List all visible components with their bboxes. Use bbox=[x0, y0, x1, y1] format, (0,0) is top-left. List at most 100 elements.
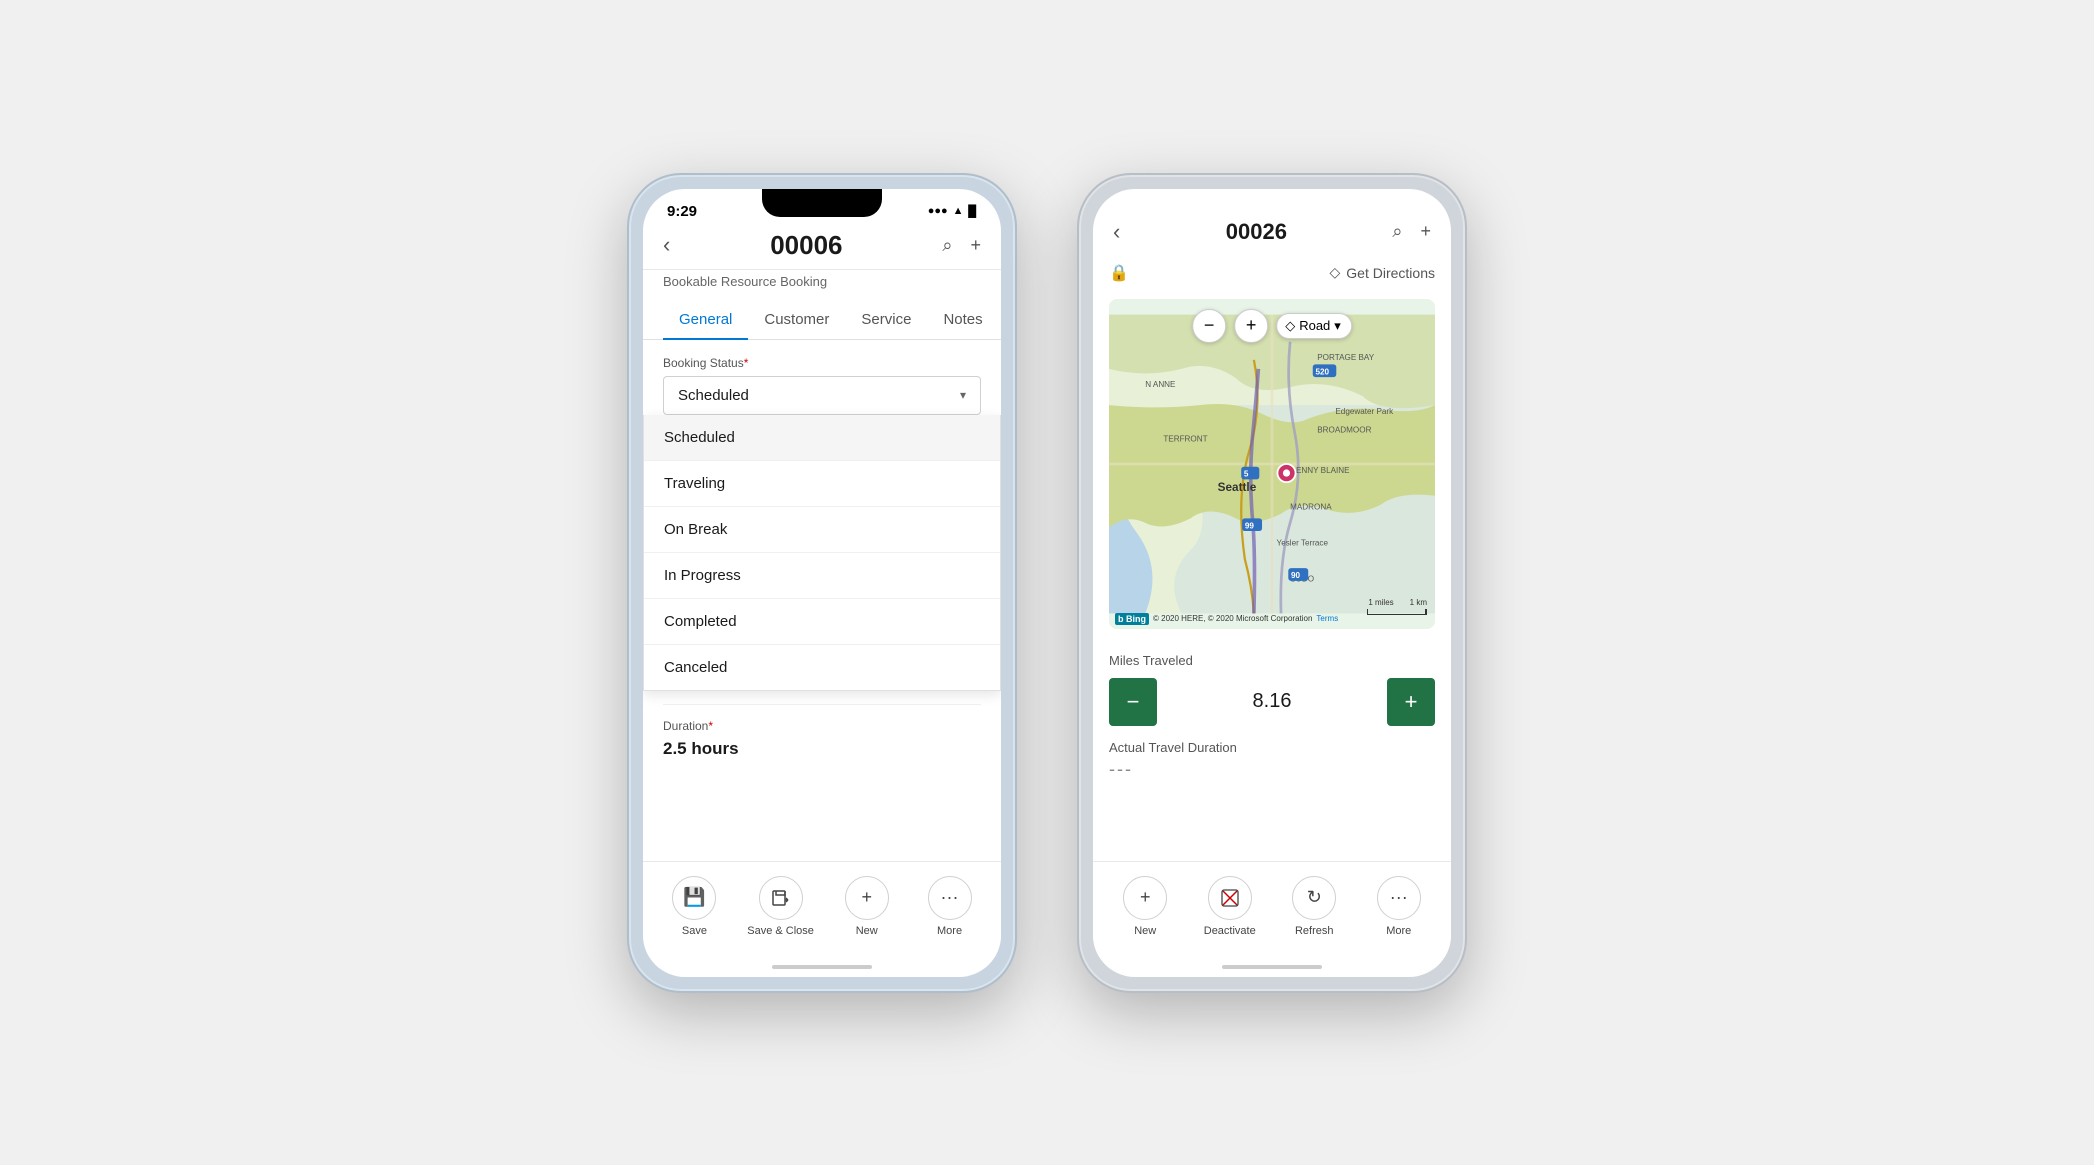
time-display: 9:29 bbox=[667, 203, 697, 220]
svg-text:99: 99 bbox=[1245, 521, 1255, 530]
svg-text:DENNY BLAINE: DENNY BLAINE bbox=[1290, 466, 1350, 475]
directions-diamond-icon: ◇ bbox=[1330, 264, 1341, 281]
new-button-right[interactable]: + New bbox=[1115, 876, 1175, 937]
nav-bar-left: ‹ 00006 ⌕ + bbox=[643, 226, 1001, 270]
dropdown-item-on-break[interactable]: On Break bbox=[644, 507, 1000, 553]
get-directions-button[interactable]: ◇ Get Directions bbox=[1330, 264, 1435, 281]
refresh-icon: ↻ bbox=[1292, 876, 1336, 920]
status-icons: ●●● ▲ ▉ bbox=[928, 205, 977, 218]
home-bar-right bbox=[1222, 965, 1322, 969]
map-attribution: b Bing © 2020 HERE, © 2020 Microsoft Cor… bbox=[1115, 613, 1338, 625]
scale-km: 1 km bbox=[1410, 598, 1427, 607]
deactivate-button[interactable]: Deactivate bbox=[1200, 876, 1260, 937]
dropdown-menu: Scheduled Traveling On Break In Progress… bbox=[643, 415, 1001, 691]
add-icon-left[interactable]: + bbox=[970, 235, 981, 256]
left-phone: 9:29 ●●● ▲ ▉ ‹ 00006 ⌕ + B bbox=[627, 173, 1017, 993]
bottom-toolbar-left: 💾 Save Save & Close + New bbox=[643, 861, 1001, 957]
svg-text:N ANNE: N ANNE bbox=[1145, 380, 1176, 389]
back-button[interactable]: ‹ bbox=[663, 232, 670, 258]
duration-required: * bbox=[708, 719, 713, 733]
refresh-button[interactable]: ↻ Refresh bbox=[1284, 876, 1344, 937]
record-number-right: 00026 bbox=[1226, 219, 1287, 245]
svg-text:Seattle: Seattle bbox=[1218, 481, 1257, 494]
terms-link[interactable]: Terms bbox=[1316, 614, 1338, 623]
save-close-label: Save & Close bbox=[747, 925, 814, 937]
travel-dots: --- bbox=[1109, 759, 1435, 780]
svg-text:90: 90 bbox=[1291, 571, 1301, 580]
svg-text:5: 5 bbox=[1244, 469, 1249, 478]
new-button-left[interactable]: + New bbox=[837, 876, 897, 937]
back-button-right[interactable]: ‹ bbox=[1113, 219, 1120, 245]
bottom-toolbar-right: + New Deactivate ↻ Refresh bbox=[1093, 861, 1451, 957]
miles-section: Miles Traveled − 8.16 + Actual Travel Du… bbox=[1093, 639, 1451, 794]
home-indicator-right bbox=[1093, 957, 1451, 977]
right-phone-screen: ‹ 00026 ⌕ + 🔒 ◇ Get Directions bbox=[1093, 189, 1451, 977]
svg-text:Edgewater Park: Edgewater Park bbox=[1335, 407, 1394, 416]
svg-text:TERFRONT: TERFRONT bbox=[1163, 434, 1207, 443]
left-phone-screen: 9:29 ●●● ▲ ▉ ‹ 00006 ⌕ + B bbox=[643, 189, 1001, 977]
tab-notes[interactable]: Notes bbox=[927, 301, 998, 340]
svg-text:520: 520 bbox=[1315, 367, 1329, 376]
new-label-left: New bbox=[856, 925, 878, 937]
search-icon-right[interactable]: ⌕ bbox=[1392, 221, 1402, 242]
spacer-right bbox=[1093, 794, 1451, 861]
map-controls: − + ◇ Road ▾ bbox=[1192, 309, 1352, 343]
right-phone: ‹ 00026 ⌕ + 🔒 ◇ Get Directions bbox=[1077, 173, 1467, 993]
page-subtitle-left: Bookable Resource Booking bbox=[643, 270, 1001, 301]
nav-bar-right: ‹ 00026 ⌕ + bbox=[1093, 189, 1451, 255]
tab-customer[interactable]: Customer bbox=[748, 301, 845, 340]
wifi-icon: ▲ bbox=[953, 205, 964, 217]
map-type-label: Road bbox=[1299, 318, 1330, 333]
save-button[interactable]: 💾 Save bbox=[664, 876, 724, 937]
search-icon-left[interactable]: ⌕ bbox=[942, 235, 952, 256]
more-button-left[interactable]: ··· More bbox=[920, 876, 980, 937]
save-close-button[interactable]: Save & Close bbox=[747, 876, 814, 937]
scale-miles: 1 miles bbox=[1368, 598, 1393, 607]
new-icon-right: + bbox=[1123, 876, 1167, 920]
svg-text:MADRONA: MADRONA bbox=[1290, 502, 1332, 511]
duration-value: 2.5 hours bbox=[663, 733, 981, 759]
booking-status-dropdown[interactable]: Scheduled ▾ bbox=[663, 376, 981, 415]
more-icon-right: ··· bbox=[1377, 876, 1421, 920]
map-svg: PORTAGE BAY N ANNE 520 Edgewater Park BR… bbox=[1109, 299, 1435, 629]
more-icon-left: ··· bbox=[928, 876, 972, 920]
home-indicator-left bbox=[643, 957, 1001, 977]
miles-increment-button[interactable]: + bbox=[1387, 678, 1435, 726]
map-container: PORTAGE BAY N ANNE 520 Edgewater Park BR… bbox=[1109, 299, 1435, 629]
dropdown-item-scheduled[interactable]: Scheduled bbox=[644, 415, 1000, 461]
scale-half bbox=[1368, 609, 1426, 614]
new-label-right: New bbox=[1134, 925, 1156, 937]
scale-line bbox=[1367, 609, 1427, 615]
dropdown-item-in-progress[interactable]: In Progress bbox=[644, 553, 1000, 599]
miles-value: 8.16 bbox=[1157, 690, 1387, 713]
booking-status-label: Booking Status* bbox=[663, 356, 981, 370]
dropdown-item-traveling[interactable]: Traveling bbox=[644, 461, 1000, 507]
home-bar-left bbox=[772, 965, 872, 969]
chevron-down-icon: ▾ bbox=[960, 388, 966, 402]
record-number-left: 00006 bbox=[770, 230, 842, 261]
tab-general[interactable]: General bbox=[663, 301, 748, 340]
road-icon: ◇ bbox=[1285, 318, 1295, 334]
form-content-left: Booking Status* Scheduled ▾ Scheduled Tr… bbox=[643, 340, 1001, 861]
duration-label: Duration* bbox=[663, 705, 981, 733]
scale-labels: 1 miles 1 km bbox=[1368, 598, 1427, 607]
scene: 9:29 ●●● ▲ ▉ ‹ 00006 ⌕ + B bbox=[587, 133, 1507, 1033]
attribution-text: © 2020 HERE, © 2020 Microsoft Corporatio… bbox=[1153, 614, 1312, 623]
deactivate-icon bbox=[1208, 876, 1252, 920]
dropdown-item-canceled[interactable]: Canceled bbox=[644, 645, 1000, 690]
zoom-in-button[interactable]: + bbox=[1234, 309, 1268, 343]
bing-logo: b Bing bbox=[1115, 613, 1149, 625]
dropdown-item-completed[interactable]: Completed bbox=[644, 599, 1000, 645]
tab-service[interactable]: Service bbox=[845, 301, 927, 340]
miles-decrement-button[interactable]: − bbox=[1109, 678, 1157, 726]
nav-actions-right: ⌕ + bbox=[1392, 221, 1431, 242]
directions-row: 🔒 ◇ Get Directions bbox=[1093, 255, 1451, 289]
map-type-chevron: ▾ bbox=[1334, 318, 1341, 334]
add-icon-right[interactable]: + bbox=[1420, 221, 1431, 242]
signal-icon: ●●● bbox=[928, 205, 948, 217]
more-button-right[interactable]: ··· More bbox=[1369, 876, 1429, 937]
more-label-left: More bbox=[937, 925, 962, 937]
map-type-button[interactable]: ◇ Road ▾ bbox=[1276, 313, 1352, 339]
scale-bar: 1 miles 1 km bbox=[1367, 598, 1427, 615]
zoom-out-button[interactable]: − bbox=[1192, 309, 1226, 343]
